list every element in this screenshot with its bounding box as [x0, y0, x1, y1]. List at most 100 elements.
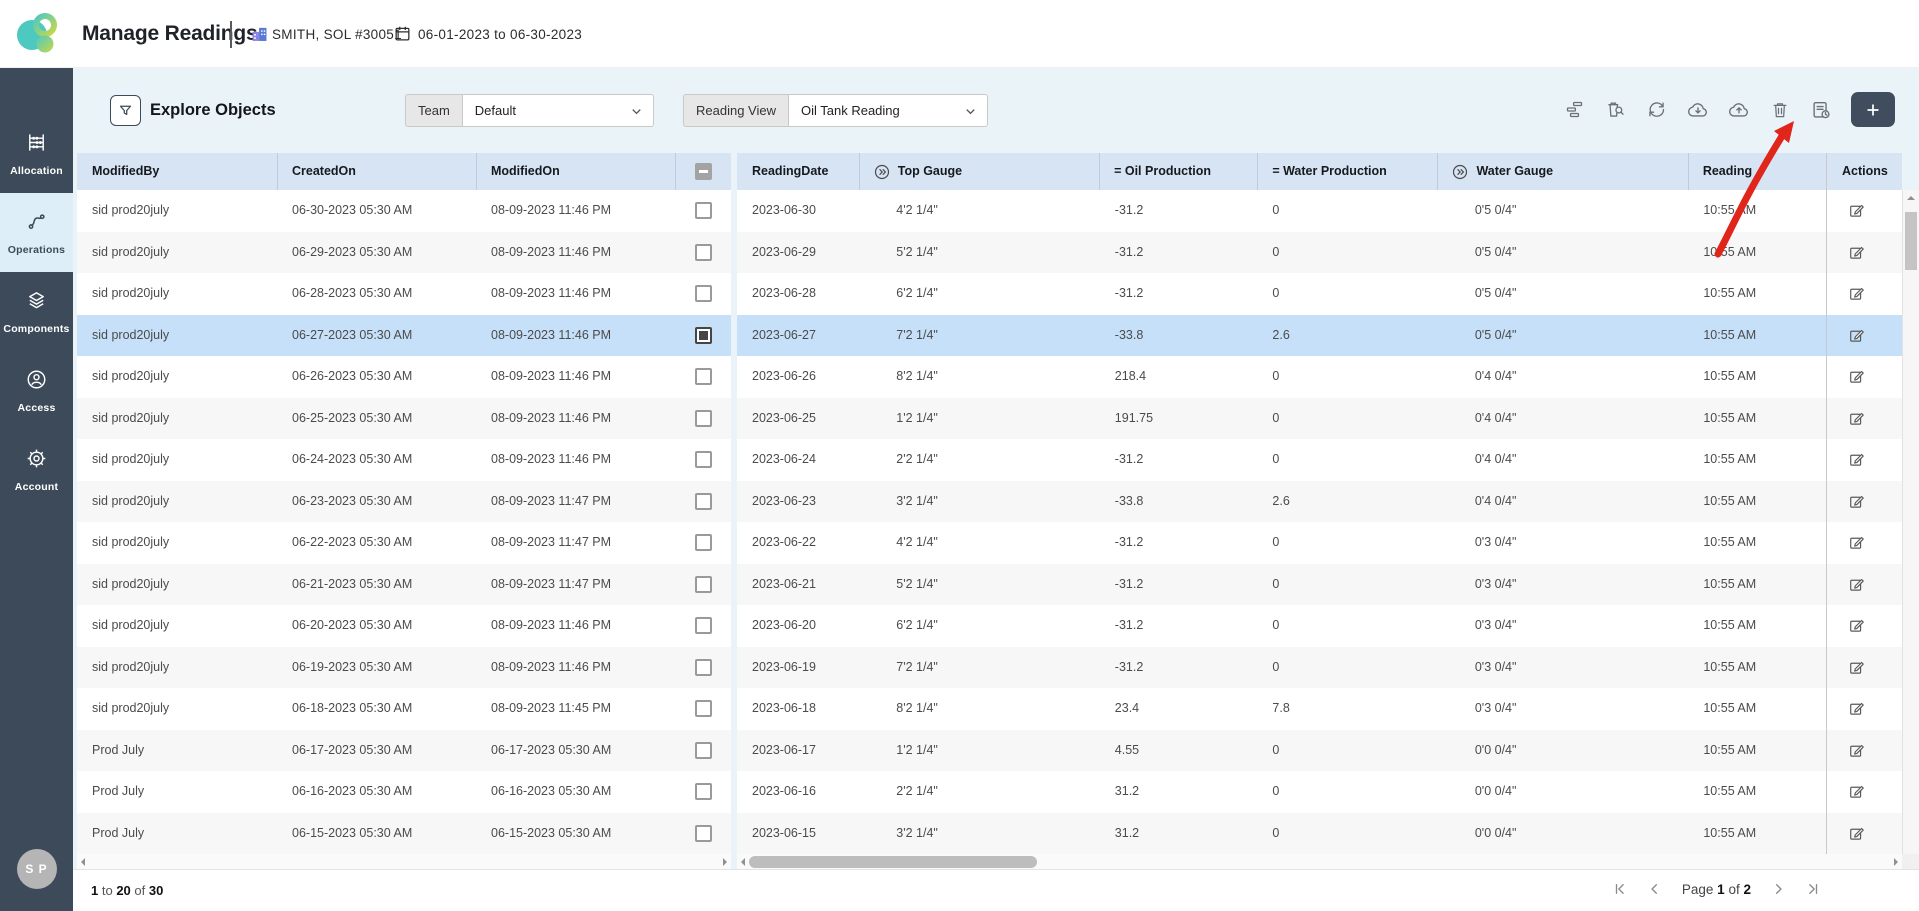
- row-checkbox[interactable]: [695, 244, 712, 261]
- sidebar-item-allocation[interactable]: Allocation: [0, 114, 73, 193]
- table-row[interactable]: sid prod20july06-25-2023 05:30 AM08-09-2…: [77, 398, 731, 440]
- row-checkbox[interactable]: [695, 700, 712, 717]
- row-checkbox[interactable]: [695, 617, 712, 634]
- edit-row-button[interactable]: [1845, 241, 1867, 263]
- table-row[interactable]: 2023-06-215'2 1/4"-31.200'3 0/4"10:55 AM: [737, 564, 1826, 606]
- table-row[interactable]: sid prod20july06-18-2023 05:30 AM08-09-2…: [77, 688, 731, 730]
- table-row[interactable]: 2023-06-224'2 1/4"-31.200'3 0/4"10:55 AM: [737, 522, 1826, 564]
- edit-row-button[interactable]: [1845, 656, 1867, 678]
- scroll-left-arrow-icon[interactable]: [741, 858, 745, 866]
- table-row[interactable]: 2023-06-251'2 1/4"191.7500'4 0/4"10:55 A…: [737, 398, 1826, 440]
- edit-row-button[interactable]: [1845, 532, 1867, 554]
- table-row[interactable]: 2023-06-242'2 1/4"-31.200'4 0/4"10:55 AM: [737, 439, 1826, 481]
- select-all-checkbox[interactable]: [695, 163, 712, 180]
- edit-row-button[interactable]: [1845, 822, 1867, 844]
- table-row[interactable]: 2023-06-171'2 1/4"4.5500'0 0/4"10:55 AM: [737, 730, 1826, 772]
- row-checkbox[interactable]: [695, 368, 712, 385]
- table-row[interactable]: 2023-06-277'2 1/4"-33.82.60'5 0/4"10:55 …: [737, 315, 1826, 357]
- edit-row-button[interactable]: [1845, 449, 1867, 471]
- empty-recycle-bin-icon[interactable]: [1599, 93, 1632, 126]
- column-header-readingdate[interactable]: ReadingDate: [737, 153, 859, 190]
- column-header-water-production[interactable]: = Water Production: [1257, 153, 1437, 190]
- table-row[interactable]: 2023-06-162'2 1/4"31.200'0 0/4"10:55 AM: [737, 771, 1826, 813]
- column-header-modifiedby[interactable]: ModifiedBy: [77, 153, 277, 190]
- table-row[interactable]: sid prod20july06-28-2023 05:30 AM08-09-2…: [77, 273, 731, 315]
- table-row[interactable]: 2023-06-153'2 1/4"31.200'0 0/4"10:55 AM: [737, 813, 1826, 855]
- cloud-upload-icon[interactable]: [1722, 93, 1755, 126]
- column-header-top-gauge[interactable]: Top Gauge: [859, 153, 1099, 190]
- reading-view-select[interactable]: Oil Tank Reading: [788, 94, 988, 127]
- group-rows-icon[interactable]: [1558, 93, 1591, 126]
- row-checkbox[interactable]: [695, 202, 712, 219]
- table-row[interactable]: 2023-06-197'2 1/4"-31.200'3 0/4"10:55 AM: [737, 647, 1826, 689]
- vertical-scrollbar[interactable]: [1902, 190, 1919, 870]
- column-header-createdon[interactable]: CreatedOn: [277, 153, 476, 190]
- table-row[interactable]: 2023-06-268'2 1/4"218.400'4 0/4"10:55 AM: [737, 356, 1826, 398]
- horizontal-scroll-thumb[interactable]: [749, 856, 1037, 868]
- edit-row-button[interactable]: [1845, 366, 1867, 388]
- sidebar-item-access[interactable]: Access: [0, 351, 73, 430]
- row-checkbox[interactable]: [695, 493, 712, 510]
- edit-row-button[interactable]: [1845, 781, 1867, 803]
- sidebar-item-account[interactable]: Account: [0, 430, 73, 509]
- table-row[interactable]: Prod July06-15-2023 05:30 AM06-15-2023 0…: [77, 813, 731, 855]
- column-header-water-gauge[interactable]: Water Gauge: [1437, 153, 1687, 190]
- previous-page-button[interactable]: [1644, 879, 1664, 899]
- team-select[interactable]: Default: [462, 94, 654, 127]
- row-checkbox[interactable]: [695, 825, 712, 842]
- frozen-pane-horizontal-scrollbar[interactable]: [77, 854, 731, 870]
- sidebar-item-components[interactable]: Components: [0, 272, 73, 351]
- edit-row-button[interactable]: [1845, 573, 1867, 595]
- table-row[interactable]: 2023-06-295'2 1/4"-31.200'5 0/4"10:55 AM: [737, 232, 1826, 274]
- row-checkbox[interactable]: [695, 783, 712, 800]
- table-row[interactable]: sid prod20july06-23-2023 05:30 AM08-09-2…: [77, 481, 731, 523]
- scroll-right-arrow-icon[interactable]: [723, 858, 727, 866]
- table-row[interactable]: 2023-06-233'2 1/4"-33.82.60'4 0/4"10:55 …: [737, 481, 1826, 523]
- row-checkbox[interactable]: [695, 451, 712, 468]
- edit-row-button[interactable]: [1845, 698, 1867, 720]
- scheduled-report-icon[interactable]: [1804, 93, 1837, 126]
- column-header-modifiedon[interactable]: ModifiedOn: [476, 153, 675, 190]
- table-row[interactable]: sid prod20july06-30-2023 05:30 AM08-09-2…: [77, 190, 731, 232]
- add-reading-button[interactable]: [1851, 92, 1895, 127]
- table-row[interactable]: sid prod20july06-19-2023 05:30 AM08-09-2…: [77, 647, 731, 689]
- edit-row-button[interactable]: [1845, 615, 1867, 637]
- edit-row-button[interactable]: [1845, 324, 1867, 346]
- table-row[interactable]: sid prod20july06-22-2023 05:30 AM08-09-2…: [77, 522, 731, 564]
- edit-row-button[interactable]: [1845, 490, 1867, 512]
- table-row[interactable]: sid prod20july06-24-2023 05:30 AM08-09-2…: [77, 439, 731, 481]
- next-page-button[interactable]: [1769, 879, 1789, 899]
- first-page-button[interactable]: [1610, 879, 1630, 899]
- scroll-left-arrow-icon[interactable]: [81, 858, 85, 866]
- row-checkbox[interactable]: [695, 659, 712, 676]
- user-avatar[interactable]: S P: [17, 849, 57, 889]
- edit-row-button[interactable]: [1845, 283, 1867, 305]
- table-row[interactable]: 2023-06-304'2 1/4"-31.200'5 0/4"10:55 AM: [737, 190, 1826, 232]
- row-checkbox[interactable]: [695, 327, 712, 344]
- scroll-right-arrow-icon[interactable]: [1894, 858, 1898, 866]
- table-row[interactable]: Prod July06-16-2023 05:30 AM06-16-2023 0…: [77, 771, 731, 813]
- vertical-scroll-thumb[interactable]: [1905, 212, 1917, 270]
- sidebar-item-operations[interactable]: Operations: [0, 193, 73, 272]
- main-horizontal-scrollbar[interactable]: [737, 854, 1902, 870]
- edit-row-button[interactable]: [1845, 739, 1867, 761]
- delete-icon[interactable]: [1763, 93, 1796, 126]
- filter-button[interactable]: [110, 95, 141, 126]
- row-checkbox[interactable]: [695, 576, 712, 593]
- column-header-reading[interactable]: Reading: [1688, 153, 1826, 190]
- table-row[interactable]: sid prod20july06-26-2023 05:30 AM08-09-2…: [77, 356, 731, 398]
- table-row[interactable]: sid prod20july06-20-2023 05:30 AM08-09-2…: [77, 605, 731, 647]
- refresh-icon[interactable]: [1640, 93, 1673, 126]
- row-checkbox[interactable]: [695, 410, 712, 427]
- cloud-download-icon[interactable]: [1681, 93, 1714, 126]
- table-row[interactable]: 2023-06-188'2 1/4"23.47.80'3 0/4"10:55 A…: [737, 688, 1826, 730]
- table-row[interactable]: Prod July06-17-2023 05:30 AM06-17-2023 0…: [77, 730, 731, 772]
- table-row[interactable]: sid prod20july06-27-2023 05:30 AM08-09-2…: [77, 315, 731, 357]
- row-checkbox[interactable]: [695, 534, 712, 551]
- last-page-button[interactable]: [1803, 879, 1823, 899]
- edit-row-button[interactable]: [1845, 200, 1867, 222]
- column-header-oil-production[interactable]: = Oil Production: [1099, 153, 1257, 190]
- edit-row-button[interactable]: [1845, 407, 1867, 429]
- row-checkbox[interactable]: [695, 742, 712, 759]
- table-row[interactable]: sid prod20july06-21-2023 05:30 AM08-09-2…: [77, 564, 731, 606]
